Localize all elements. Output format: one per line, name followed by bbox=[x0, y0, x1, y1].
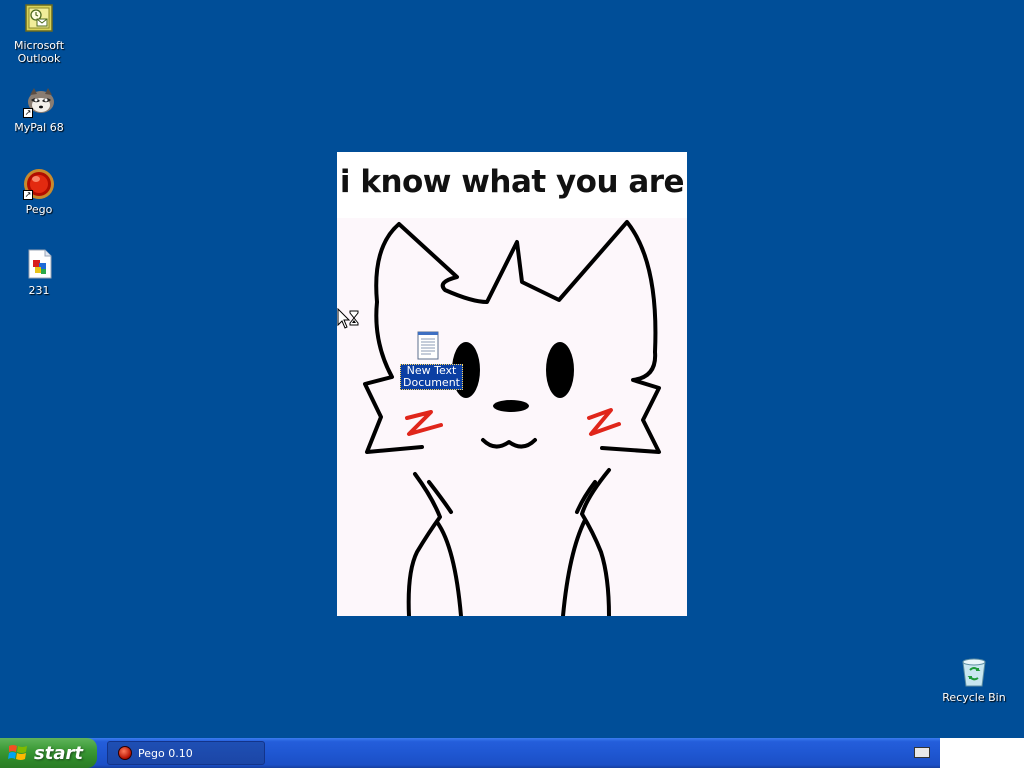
desktop-icon-recycle-bin[interactable]: Recycle Bin bbox=[940, 656, 1008, 704]
pego-red-orb-icon: ↗ bbox=[23, 168, 55, 200]
desktop-icon-231[interactable]: 231 bbox=[1, 249, 77, 297]
windows-logo-icon bbox=[8, 745, 27, 760]
pego-red-orb-icon bbox=[118, 746, 132, 760]
busy-cursor-icon bbox=[337, 308, 359, 329]
outlook-icon bbox=[23, 4, 55, 36]
desktop-icon-label: 231 bbox=[28, 284, 50, 297]
taskbar-button-pego[interactable]: Pego 0.10 bbox=[107, 741, 265, 765]
taskbar-blank-area bbox=[940, 738, 1024, 768]
desktop-icon-outlook[interactable]: Microsoft Outlook bbox=[1, 4, 77, 65]
mypal-raccoon-icon: ↗ bbox=[23, 86, 55, 118]
desktop-icon-label: Microsoft bbox=[13, 39, 65, 52]
start-label: start bbox=[34, 742, 83, 764]
selected-icon-label: New Text Document bbox=[400, 364, 463, 390]
desktop-icon-pego[interactable]: ↗ Pego bbox=[1, 168, 77, 216]
cat-picture: i know what you are bbox=[337, 152, 687, 616]
keyboard-icon[interactable] bbox=[914, 747, 930, 758]
shortcut-arrow-icon: ↗ bbox=[23, 190, 33, 200]
desktop-icon-label: Pego bbox=[25, 203, 53, 216]
notepad-document-icon bbox=[417, 330, 439, 360]
label-line-2: Document bbox=[403, 376, 460, 389]
taskbar: start Pego 0.10 bbox=[0, 738, 940, 768]
start-button[interactable]: start bbox=[0, 738, 97, 768]
recycle-bin-icon bbox=[958, 656, 990, 688]
image-file-icon bbox=[23, 249, 55, 281]
cat-drawing bbox=[363, 220, 661, 616]
taskbar-button-label: Pego 0.10 bbox=[138, 746, 193, 760]
desktop-icon-label: Recycle Bin bbox=[942, 691, 1006, 704]
desktop: Microsoft Outlook ↗ MyPal 68 ↗ Pego 231 … bbox=[0, 0, 1024, 738]
desktop-icon-label: MyPal 68 bbox=[14, 121, 64, 134]
desktop-icon-new-text-document[interactable]: New Text Document bbox=[400, 330, 463, 390]
desktop-icon-label: Outlook bbox=[17, 52, 61, 65]
shortcut-arrow-icon: ↗ bbox=[23, 108, 33, 118]
desktop-icon-mypal[interactable]: ↗ MyPal 68 bbox=[1, 86, 77, 134]
